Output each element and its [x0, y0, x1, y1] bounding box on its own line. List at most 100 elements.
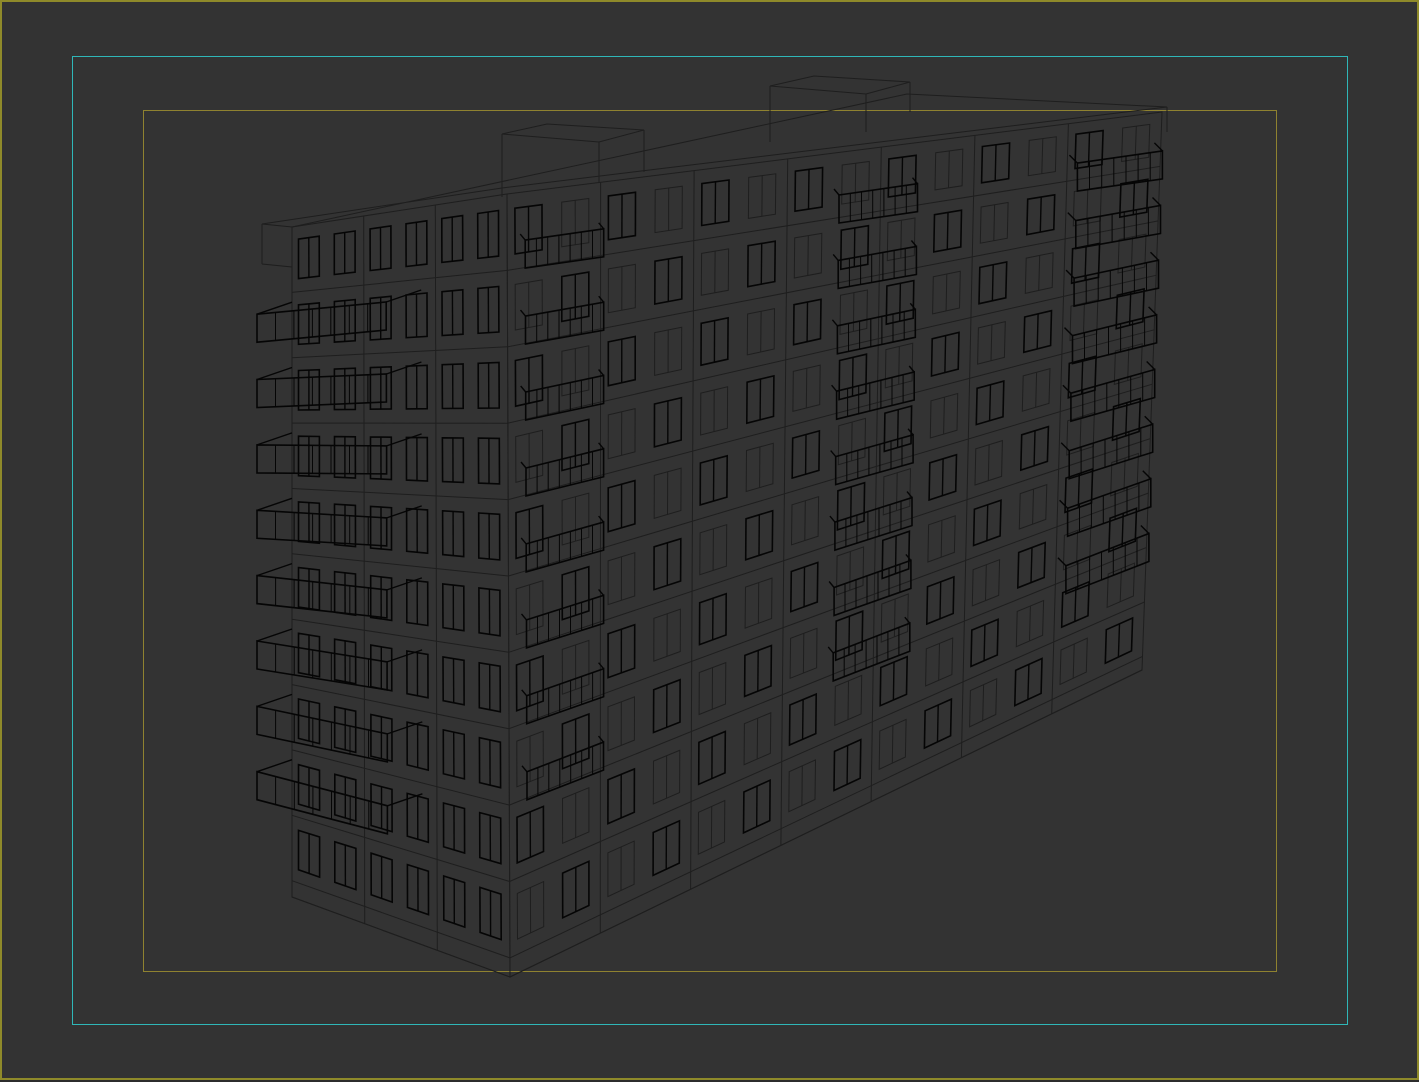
window-mullion — [1039, 255, 1040, 290]
roof-box-top — [502, 124, 644, 142]
window-mullion — [853, 293, 854, 332]
window-mullion — [1028, 664, 1029, 699]
window-mullion — [1073, 644, 1074, 678]
window-mullion — [1075, 587, 1076, 621]
balcony-edge — [599, 736, 604, 742]
balcony-edge — [1143, 471, 1151, 479]
window-mullion — [995, 145, 996, 181]
window-mullion — [1080, 417, 1081, 451]
balcony-edge — [521, 538, 526, 544]
balcony-edge — [832, 320, 837, 326]
balcony-rail — [257, 445, 387, 474]
balcony-rail — [257, 576, 387, 618]
window-mullion — [897, 473, 898, 511]
balcony-rail — [527, 595, 604, 648]
floor-line — [292, 489, 508, 500]
window-mullion — [1122, 513, 1123, 546]
roof-box-top — [770, 76, 910, 94]
viewport-canvas[interactable] — [2, 2, 1419, 1082]
wire-edge — [262, 264, 292, 267]
floor-line — [508, 275, 1156, 423]
window-mullion — [1124, 458, 1125, 491]
balcony-rail — [526, 302, 604, 344]
balcony-edge — [599, 516, 604, 522]
building-wireframe[interactable] — [257, 76, 1167, 977]
bay-line — [781, 159, 788, 846]
balcony-edge — [257, 694, 292, 706]
balcony-edge — [831, 451, 836, 457]
balcony-edge — [257, 760, 292, 772]
window-mullion — [849, 616, 850, 655]
balcony-edge — [909, 366, 914, 372]
bay-line — [691, 171, 695, 890]
balcony-edge — [520, 234, 525, 240]
window-mullion — [1078, 474, 1079, 508]
window-mullion — [984, 625, 985, 661]
window-mullion — [1040, 197, 1041, 232]
window-mullion — [940, 582, 941, 619]
window-mullion — [1036, 372, 1037, 407]
window-mullion — [851, 487, 852, 526]
window-mullion — [992, 265, 993, 301]
balcony-edge — [1063, 385, 1071, 393]
floor-line — [292, 881, 510, 958]
floor-line — [509, 548, 1146, 806]
balcony-edge — [257, 629, 292, 641]
window-mullion — [1030, 606, 1031, 641]
balcony-rail — [1076, 206, 1161, 249]
window-mullion — [942, 459, 943, 496]
balcony-edge — [1141, 526, 1149, 534]
balcony-edge — [257, 564, 292, 576]
window-mullion — [855, 163, 856, 202]
balcony-edge — [829, 582, 834, 588]
window-mullion — [901, 220, 902, 258]
balcony-rail — [525, 229, 604, 268]
window-mullion — [850, 551, 851, 590]
window-mullion — [1034, 431, 1035, 466]
balcony-edge — [1061, 443, 1069, 451]
floor-line — [508, 221, 1159, 347]
window-mullion — [847, 746, 848, 785]
balcony-edge — [599, 223, 604, 229]
window-mullion — [900, 283, 901, 321]
balcony-rail — [527, 669, 604, 724]
wire-edge — [510, 670, 1142, 977]
balcony-rail — [526, 522, 603, 572]
window-mullion — [852, 422, 853, 461]
balcony-edge — [522, 614, 527, 620]
window-mullion — [896, 536, 897, 574]
floor-line — [508, 330, 1154, 500]
balcony-rail — [1073, 315, 1157, 364]
balcony-edge — [599, 443, 604, 449]
balcony-edge — [257, 498, 292, 510]
window-mullion — [893, 662, 894, 700]
window-mullion — [803, 700, 804, 740]
window-mullion — [1126, 403, 1127, 436]
window-mullion — [945, 336, 946, 373]
window-mullion — [899, 347, 900, 385]
window-mullion — [938, 705, 939, 742]
bay-line — [435, 205, 437, 950]
window-mullion — [944, 397, 945, 434]
floor-line — [509, 384, 1153, 576]
balcony-edge — [599, 589, 604, 595]
3d-viewport[interactable] — [0, 0, 1419, 1080]
window-mullion — [806, 368, 807, 408]
balcony-rail — [834, 560, 911, 615]
balcony-edge — [599, 296, 604, 302]
window-mullion — [1031, 548, 1032, 583]
balcony-rail — [837, 309, 915, 354]
window-mullion — [994, 205, 995, 241]
window-mullion — [1128, 347, 1129, 380]
floor-line — [510, 656, 1143, 958]
bay-line — [961, 135, 975, 757]
window-mullion — [1120, 569, 1121, 602]
window-mullion — [902, 157, 903, 195]
window-mullion — [1077, 530, 1078, 564]
window-mullion — [1037, 314, 1038, 349]
balcony-edge — [830, 516, 835, 522]
balcony-edge — [1065, 328, 1073, 336]
balcony-edge — [521, 386, 526, 392]
balcony-edge — [522, 766, 527, 772]
window-mullion — [848, 681, 849, 720]
